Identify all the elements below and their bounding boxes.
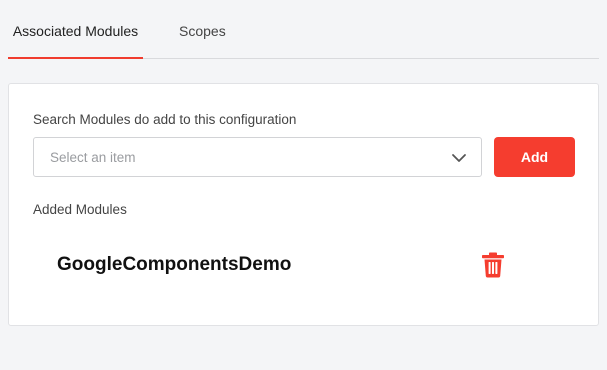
add-button[interactable]: Add — [494, 137, 575, 177]
select-placeholder: Select an item — [50, 150, 136, 165]
search-modules-label: Search Modules do add to this configurat… — [33, 112, 297, 127]
tab-bar: Associated Modules Scopes — [8, 0, 599, 59]
tab-associated-modules[interactable]: Associated Modules — [8, 0, 143, 59]
added-modules-label: Added Modules — [33, 202, 127, 217]
tab-scopes[interactable]: Scopes — [179, 0, 226, 58]
module-select[interactable]: Select an item — [33, 137, 482, 177]
trash-icon[interactable] — [481, 252, 505, 278]
chevron-down-icon — [452, 154, 466, 162]
modules-card: Search Modules do add to this configurat… — [8, 83, 599, 326]
module-name: GoogleComponentsDemo — [57, 254, 292, 275]
